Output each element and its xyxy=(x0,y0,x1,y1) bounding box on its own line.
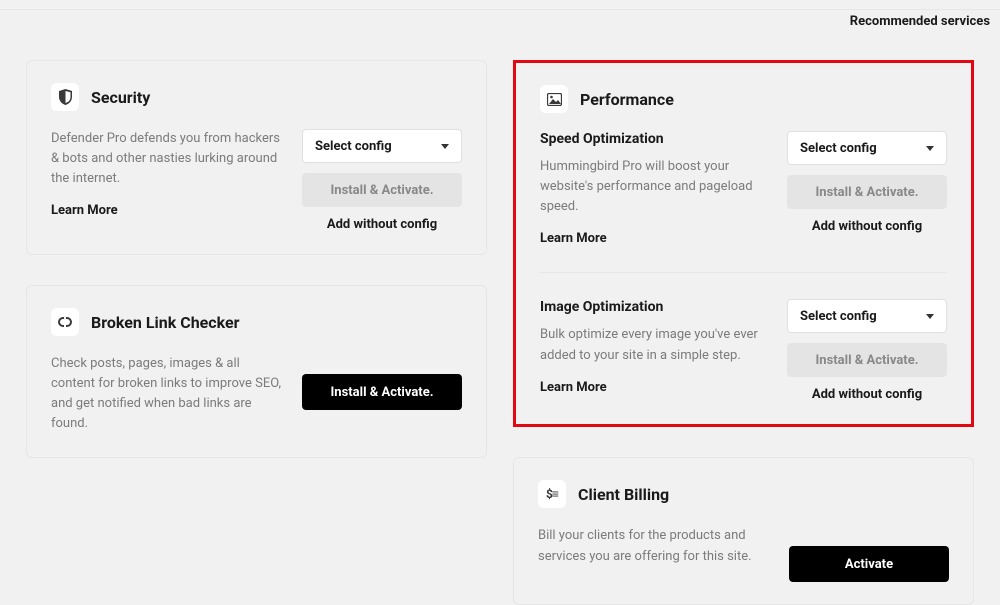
security-select-config[interactable]: Select config xyxy=(302,129,462,163)
shield-icon xyxy=(51,83,79,111)
card-title-billing: Client Billing xyxy=(578,485,669,504)
select-config-label: Select config xyxy=(800,141,877,156)
speed-install-activate-button[interactable]: Install & Activate. xyxy=(787,175,947,209)
security-desc: Defender Pro defends you from hackers & … xyxy=(51,129,284,189)
security-add-without-config[interactable]: Add without config xyxy=(302,217,462,232)
security-learn-more[interactable]: Learn More xyxy=(51,203,284,218)
speed-optimization-title: Speed Optimization xyxy=(540,131,769,147)
speed-learn-more[interactable]: Learn More xyxy=(540,231,769,246)
security-install-activate-button[interactable]: Install & Activate. xyxy=(302,173,462,207)
select-config-label: Select config xyxy=(800,309,877,324)
card-title-performance: Performance xyxy=(580,90,674,109)
blc-desc: Check posts, pages, images & all content… xyxy=(51,354,284,435)
speed-select-config[interactable]: Select config xyxy=(787,131,947,165)
card-broken-link-checker: Broken Link Checker Check posts, pages, … xyxy=(26,285,487,458)
image-learn-more[interactable]: Learn More xyxy=(540,380,769,395)
image-add-without-config[interactable]: Add without config xyxy=(787,387,947,402)
image-optimization-desc: Bulk optimize every image you've ever ad… xyxy=(540,325,769,365)
broken-link-icon xyxy=(51,308,79,336)
recommended-services-label: Recommended services xyxy=(850,14,990,29)
speed-optimization-desc: Hummingbird Pro will boost your website'… xyxy=(540,157,769,217)
image-icon xyxy=(540,85,568,113)
billing-icon: $≡ xyxy=(538,480,566,508)
image-optimization-title: Image Optimization xyxy=(540,299,769,315)
card-performance: Performance Speed Optimization Hummingbi… xyxy=(513,60,974,427)
billing-activate-button[interactable]: Activate xyxy=(789,546,949,582)
card-title-security: Security xyxy=(91,88,150,107)
card-security: Security Defender Pro defends you from h… xyxy=(26,60,487,255)
chevron-down-icon xyxy=(441,144,449,149)
card-client-billing: $≡ Client Billing Bill your clients for … xyxy=(513,457,974,605)
chevron-down-icon xyxy=(926,314,934,319)
select-config-label: Select config xyxy=(315,139,392,154)
card-title-blc: Broken Link Checker xyxy=(91,313,240,332)
image-install-activate-button[interactable]: Install & Activate. xyxy=(787,343,947,377)
speed-add-without-config[interactable]: Add without config xyxy=(787,219,947,234)
image-select-config[interactable]: Select config xyxy=(787,299,947,333)
blc-install-activate-button[interactable]: Install & Activate. xyxy=(302,374,462,410)
chevron-down-icon xyxy=(926,146,934,151)
billing-desc: Bill your clients for the products and s… xyxy=(538,526,771,566)
